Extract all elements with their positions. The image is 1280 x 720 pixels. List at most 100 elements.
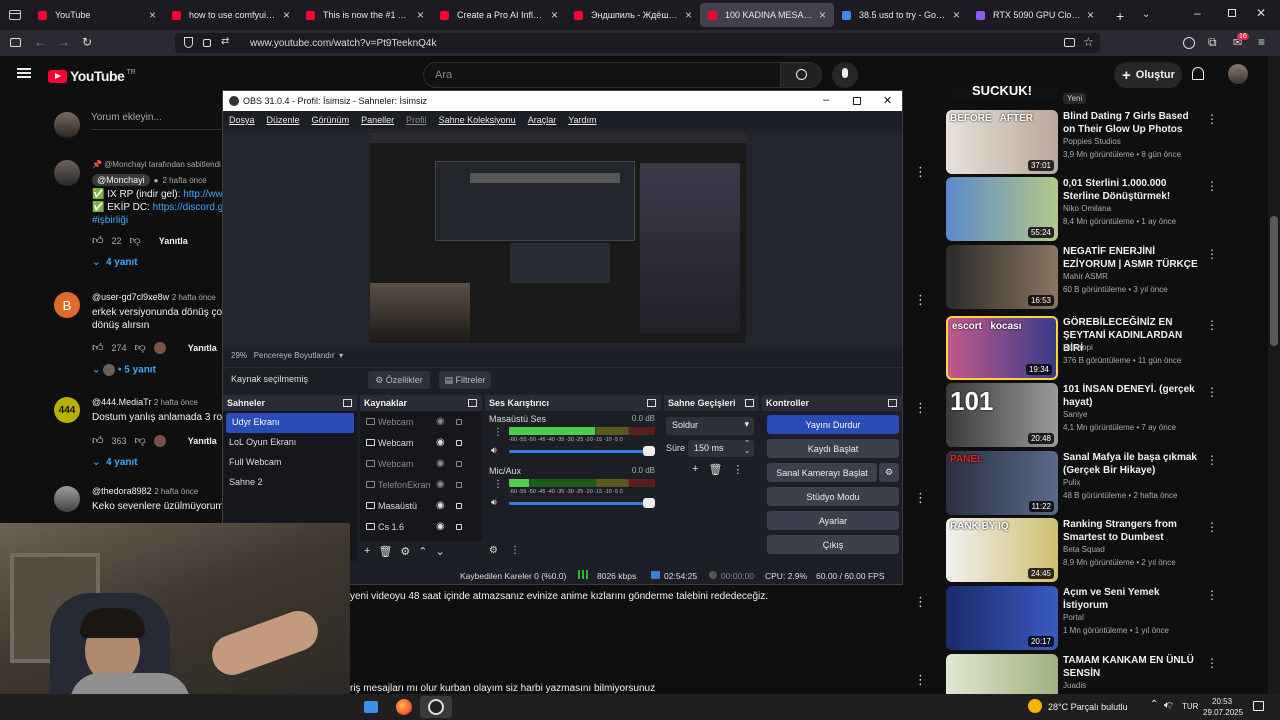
remove-transition-icon[interactable]: 🗑︎: [708, 463, 722, 476]
recommended-video[interactable]: 101 20:48 101 İNSAN DENEYİ. (gerçek hayat)…: [946, 383, 1226, 447]
lock-icon[interactable]: [456, 418, 462, 425]
browser-tab[interactable]: 38.5 usd to try - Google'da ×: [834, 0, 968, 30]
control-button[interactable]: Ayarlar: [767, 511, 899, 530]
clock-time[interactable]: 20:53: [1212, 697, 1232, 706]
lock-icon[interactable]: [456, 481, 462, 488]
source-item[interactable]: Webcam ◉: [360, 411, 482, 432]
like-icon[interactable]: 👍︎: [92, 341, 104, 354]
undock-icon[interactable]: [745, 399, 754, 407]
browser-tab[interactable]: This is now the #1 AI imag ×: [298, 0, 432, 30]
visibility-eye-icon[interactable]: ◉: [436, 416, 445, 427]
top-thumbnail-partial[interactable]: SUCKUK!: [946, 86, 1058, 100]
shield-icon[interactable]: [184, 37, 193, 48]
tab-close-icon[interactable]: ×: [685, 8, 692, 22]
lock-icon[interactable]: [203, 39, 211, 47]
reader-view-icon[interactable]: [1064, 38, 1075, 47]
source-item[interactable]: Webcam ◉: [360, 432, 482, 453]
more-options-icon[interactable]: ⋮: [1206, 453, 1218, 467]
replies-toggle[interactable]: ⌄ 4 yanıt: [92, 257, 232, 268]
video-thumbnail[interactable]: 20:17: [946, 586, 1058, 650]
extensions-icon[interactable]: ⧉: [1208, 35, 1217, 50]
duration-input[interactable]: 150 ms ⌃ ⌄: [688, 440, 754, 457]
channel-name[interactable]: Portal: [1063, 613, 1084, 622]
obs-maximize-icon[interactable]: [853, 97, 861, 105]
video-thumbnail[interactable]: PANEL 11:22: [946, 451, 1058, 515]
scene-item[interactable]: Udyr Ekranı: [226, 413, 354, 433]
user-avatar[interactable]: [1228, 64, 1248, 84]
search-input[interactable]: Ara: [423, 62, 781, 88]
more-options-icon[interactable]: ⋮: [914, 400, 927, 416]
scrollbar-thumb[interactable]: [1270, 216, 1278, 346]
more-options-icon[interactable]: ⋮: [914, 164, 927, 180]
stepper-icon[interactable]: ⌃ ⌄: [744, 440, 750, 456]
channel-name[interactable]: Niko Omilana: [1063, 204, 1111, 213]
preview-zoom[interactable]: 29% Pencereye Boyutlandır ▾: [231, 351, 343, 360]
bookmark-star-icon[interactable]: ☆: [1083, 35, 1094, 49]
lock-icon[interactable]: [456, 502, 462, 509]
lock-icon[interactable]: [456, 460, 462, 467]
visibility-eye-icon[interactable]: ◉: [436, 437, 445, 448]
url-text[interactable]: www.youtube.com/watch?v=Pt9TeeknQ4k: [250, 38, 436, 49]
visibility-eye-icon[interactable]: ◉: [436, 479, 445, 490]
move-down-icon[interactable]: ⌄: [436, 545, 445, 558]
minimize-window-icon[interactable]: –: [1194, 6, 1201, 20]
tab-dropdown-icon[interactable]: ⌄: [1142, 9, 1150, 20]
hashtag-link[interactable]: #işbirliği: [92, 214, 232, 227]
channel-name[interactable]: Mahir ASMR: [1063, 272, 1108, 281]
obs-close-icon[interactable]: ✕: [883, 94, 892, 107]
tab-close-icon[interactable]: ×: [149, 8, 156, 22]
obs-menu-item[interactable]: Dosya: [229, 115, 255, 125]
channel-name[interactable]: Poppies Studios: [1063, 137, 1121, 146]
properties-button[interactable]: ⚙ Özellikler: [368, 371, 430, 389]
add-transition-icon[interactable]: +: [692, 463, 698, 476]
sidebar-toggle-icon[interactable]: [10, 38, 21, 47]
weather-text[interactable]: 28°C Parçalı bulutlu: [1048, 702, 1128, 712]
tray-chevron-icon[interactable]: ⌃: [1150, 699, 1158, 710]
more-options-icon[interactable]: ⋮: [1206, 520, 1218, 534]
reload-icon[interactable]: ↻: [82, 35, 92, 49]
undock-icon[interactable]: [343, 399, 352, 407]
source-item[interactable]: TelefonEkran ◉: [360, 474, 482, 495]
search-button[interactable]: [780, 62, 822, 88]
comment-avatar[interactable]: B: [54, 292, 80, 318]
browser-tab[interactable]: YouTube ×: [30, 0, 164, 30]
channel-name[interactable]: Saniye: [1063, 410, 1087, 419]
comment-author[interactable]: @444.MediaTr: [92, 397, 151, 407]
remove-source-icon[interactable]: 🗑︎: [378, 545, 392, 558]
browser-tab[interactable]: RTX 5090 GPU Cloud | $0.9 ×: [968, 0, 1102, 30]
new-tab-icon[interactable]: +: [1116, 8, 1124, 24]
back-icon[interactable]: ←: [34, 35, 46, 49]
obs-minimize-icon[interactable]: –: [823, 94, 829, 106]
menu-icon[interactable]: ≡: [1258, 35, 1265, 49]
youtube-logo[interactable]: YouTube TR: [48, 68, 136, 84]
comment-avatar[interactable]: [54, 160, 80, 186]
channel-menu-icon[interactable]: ⋮: [493, 479, 503, 490]
tab-close-icon[interactable]: ×: [417, 8, 424, 22]
channel-name[interactable]: Juadis: [1063, 681, 1086, 690]
more-options-icon[interactable]: ⋮: [1206, 112, 1218, 126]
more-options-icon[interactable]: ⋮: [1206, 385, 1218, 399]
scrollbar-track[interactable]: [1268, 56, 1280, 694]
control-button[interactable]: Kaydı Başlat: [767, 439, 899, 458]
channel-name[interactable]: Pulix: [1063, 478, 1080, 487]
comment-avatar[interactable]: 444: [54, 397, 80, 423]
lock-icon[interactable]: [456, 523, 462, 530]
obs-menu-item[interactable]: Paneller: [361, 115, 394, 125]
video-title[interactable]: NEGATİF ENERJİNİ EZİYORUM | ASMR TÜRKÇE: [1063, 245, 1203, 271]
more-options-icon[interactable]: ⋮: [914, 594, 927, 610]
replies-toggle[interactable]: ⌄ 4 yanıt: [92, 457, 230, 468]
source-settings-icon[interactable]: ⚙: [400, 545, 410, 558]
tab-close-icon[interactable]: ×: [953, 8, 960, 22]
tab-list-icon[interactable]: [0, 0, 30, 30]
video-thumbnail[interactable]: BEFORE AFTER 37:01: [946, 110, 1058, 174]
obs-preview[interactable]: [223, 129, 902, 351]
notification-center-icon[interactable]: [1253, 701, 1264, 711]
browser-tab[interactable]: Create a Pro AI Influencer. I ×: [432, 0, 566, 30]
bell-icon[interactable]: [1192, 67, 1204, 80]
source-item[interactable]: Masaüstü ◉: [360, 495, 482, 516]
obs-titlebar[interactable]: OBS 31.0.4 - Profil: İsimsiz - Sahneler:…: [223, 91, 902, 111]
video-title[interactable]: Açım ve Seni Yemek İstiyorum: [1063, 586, 1203, 612]
comment-time[interactable]: 2 hafta önce: [154, 398, 198, 407]
video-title[interactable]: Blind Dating 7 Girls Based on Their Glow…: [1063, 110, 1203, 136]
video-title[interactable]: Ranking Strangers from Smartest to Dumbe…: [1063, 518, 1203, 544]
